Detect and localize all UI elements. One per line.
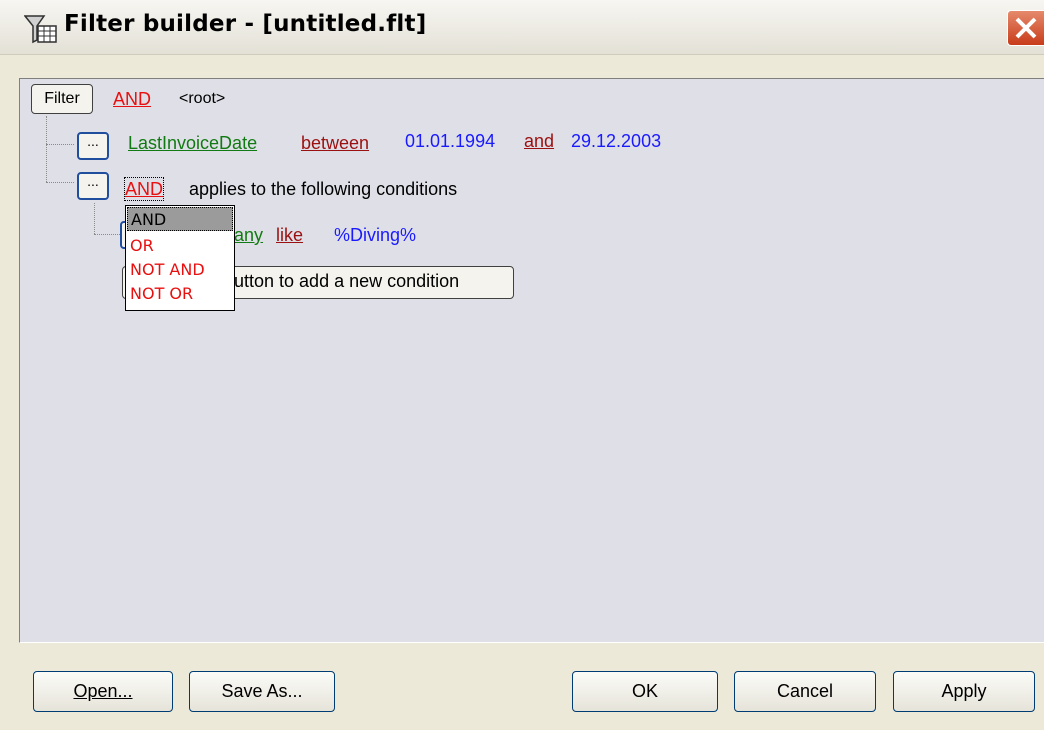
condition-field-link[interactable]: LastInvoiceDate (128, 132, 257, 154)
add-condition-hint: utton to add a new condition (234, 271, 460, 291)
condition-operator-link[interactable]: between (301, 132, 369, 154)
filter-tree-panel[interactable] (19, 78, 1044, 643)
save-as-button[interactable]: Save As... (189, 671, 335, 712)
nested-condition-field-link[interactable]: any (234, 224, 263, 246)
filter-root-button[interactable]: Filter (31, 84, 93, 114)
group-operator-link[interactable]: AND (123, 177, 165, 201)
ok-button-label: OK (631, 681, 658, 701)
save-as-button-label: Save As... (221, 681, 303, 701)
open-button[interactable]: Open... (33, 671, 173, 712)
condition-value-to[interactable]: 29.12.2003 (571, 130, 661, 152)
tree-connector (46, 182, 74, 183)
filter-builder-window: Filter builder - [untitled.flt] Filter A… (0, 0, 1044, 730)
nested-condition-value[interactable]: %Diving% (334, 224, 416, 246)
operator-option-or[interactable]: OR (127, 234, 233, 258)
condition-value-from[interactable]: 01.01.1994 (405, 130, 495, 152)
tree-connector (46, 144, 74, 145)
cancel-button[interactable]: Cancel (734, 671, 876, 712)
condition-conjunction-link[interactable]: and (524, 130, 554, 152)
open-button-label: Open... (73, 681, 133, 701)
operator-option-not-and[interactable]: NOT AND (127, 258, 233, 282)
filter-funnel-icon (23, 14, 58, 44)
root-label: <root> (179, 90, 226, 107)
root-operator-link[interactable]: AND (113, 88, 151, 110)
ok-button[interactable]: OK (572, 671, 718, 712)
operator-option-and[interactable]: AND (127, 207, 233, 231)
close-icon (1015, 17, 1037, 39)
tree-connector (94, 203, 95, 234)
apply-button-label: Apply (941, 681, 987, 701)
group-menu-button[interactable]: ... (77, 172, 109, 200)
operator-option-not-or[interactable]: NOT OR (127, 282, 233, 306)
operator-dropdown[interactable]: AND OR NOT AND NOT OR (125, 205, 235, 311)
nested-condition-operator-link[interactable]: like (276, 224, 303, 246)
condition-menu-button[interactable]: ... (77, 132, 109, 160)
tree-connector (94, 234, 120, 235)
title-bar: Filter builder - [untitled.flt] (0, 0, 1044, 55)
close-button[interactable] (1007, 10, 1044, 46)
cancel-button-label: Cancel (776, 681, 834, 701)
tree-connector (46, 116, 47, 182)
window-title: Filter builder - [untitled.flt] (64, 11, 427, 37)
apply-button[interactable]: Apply (893, 671, 1035, 712)
group-description: applies to the following conditions (189, 179, 458, 199)
